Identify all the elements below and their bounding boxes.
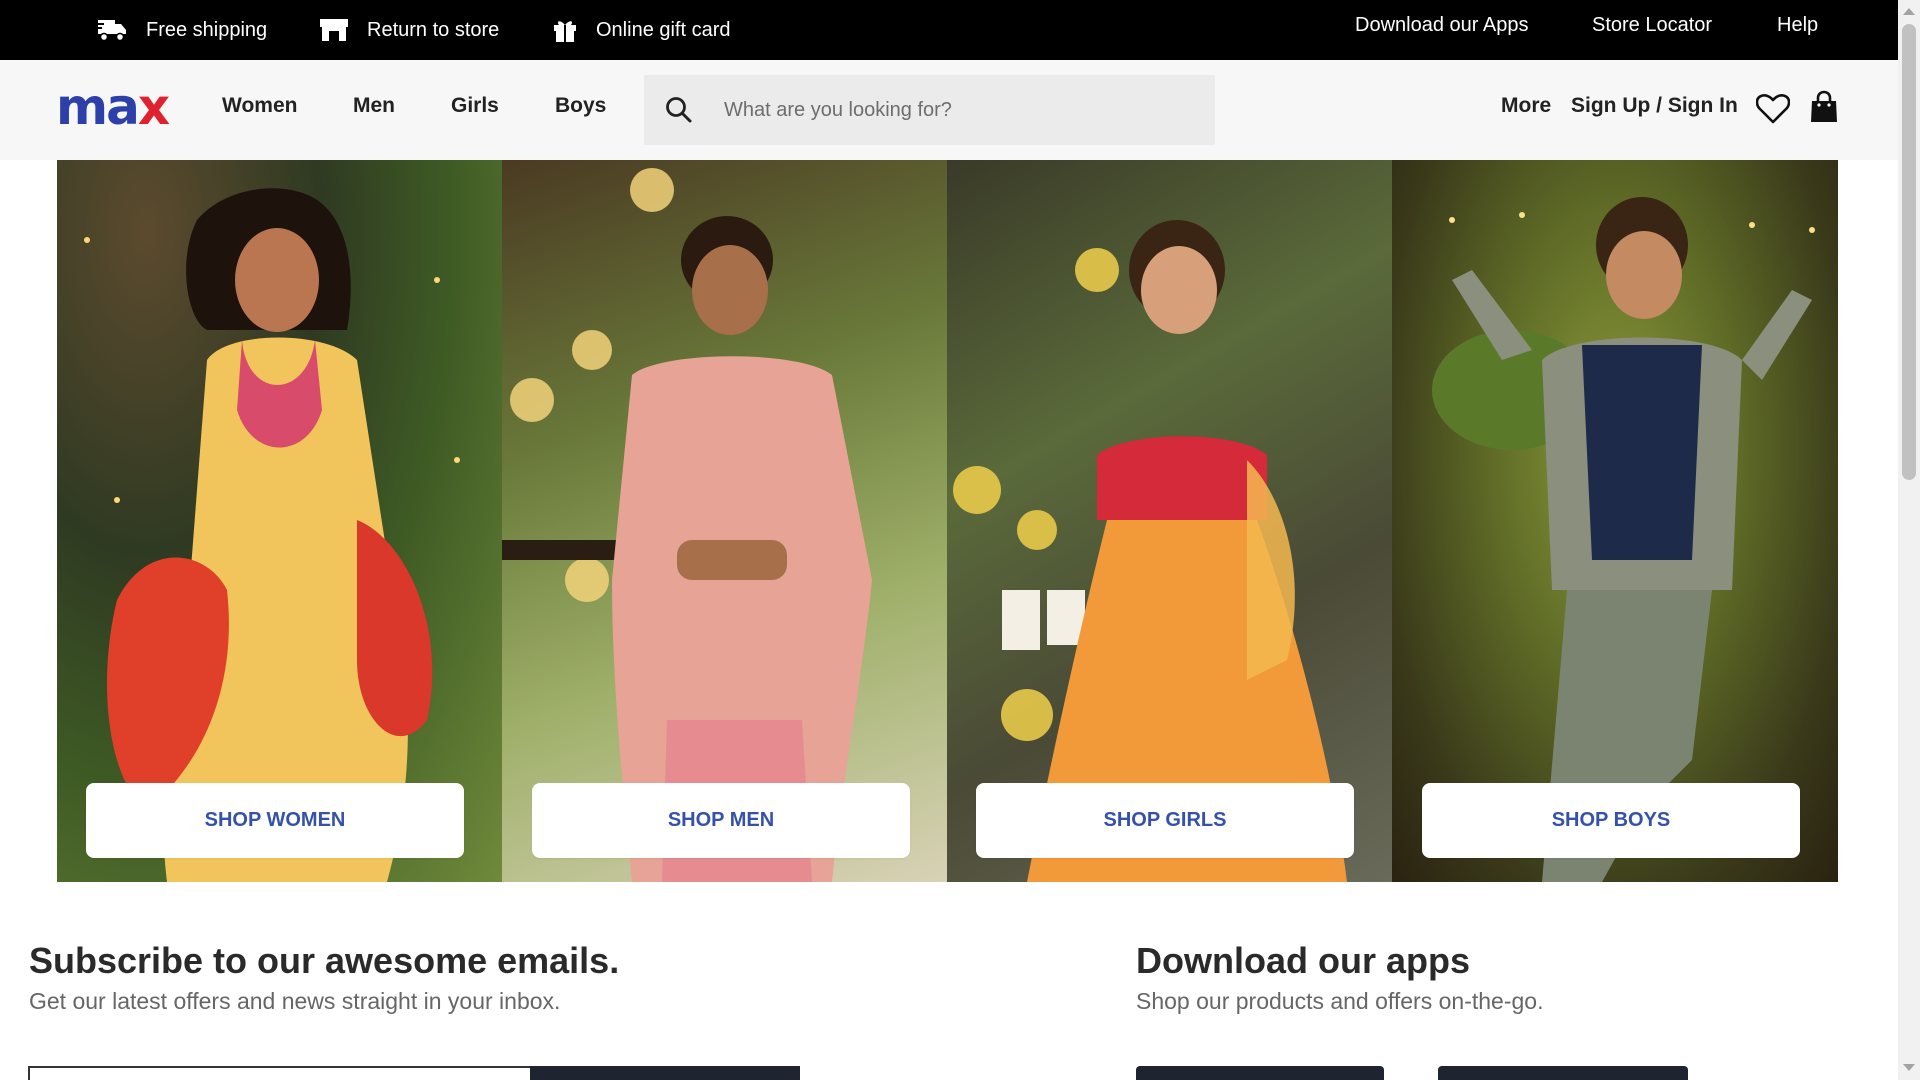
store-locator-link[interactable]: Store Locator — [1592, 14, 1712, 37]
download-apps-link[interactable]: Download our Apps — [1355, 14, 1528, 37]
email-input[interactable] — [28, 1066, 530, 1080]
online-gift-card-item[interactable]: Online gift card — [552, 0, 731, 60]
sign-in-link[interactable]: Sign Up / Sign In — [1571, 94, 1738, 118]
nav-boys[interactable]: Boys — [555, 94, 606, 118]
online-gift-card-label: Online gift card — [596, 18, 731, 41]
page-scrollbar[interactable] — [1898, 0, 1920, 1080]
search-icon[interactable] — [664, 95, 694, 125]
return-to-store-label: Return to store — [367, 18, 500, 41]
women-model-figure — [84, 188, 460, 882]
shop-boys-button[interactable]: SHOP BOYS — [1422, 783, 1800, 858]
help-link[interactable]: Help — [1777, 14, 1818, 37]
apps-title: Download our apps — [1136, 940, 1471, 981]
hero-panel-boys[interactable]: SHOP BOYS — [1392, 160, 1838, 882]
nav-girls[interactable]: Girls — [451, 94, 499, 118]
more-menu[interactable]: More — [1501, 94, 1551, 118]
subscribe-button[interactable] — [530, 1066, 800, 1080]
scroll-up-arrow-icon[interactable] — [1903, 8, 1915, 15]
logo-text-x: x — [137, 78, 170, 136]
gift-icon — [554, 21, 576, 42]
hero-panel-men[interactable]: SHOP MEN — [502, 160, 947, 882]
free-shipping-item[interactable]: Free shipping — [96, 0, 267, 60]
truck-icon — [96, 20, 126, 42]
max-logo[interactable]: max — [56, 82, 170, 132]
shop-women-button[interactable]: SHOP WOMEN — [86, 783, 464, 858]
shopping-bag-icon[interactable] — [1810, 90, 1838, 124]
top-bar: Free shipping Return to store Online gif… — [0, 0, 1898, 60]
scrollbar-thumb[interactable] — [1902, 24, 1916, 480]
heart-icon[interactable] — [1756, 93, 1790, 125]
shop-men-button[interactable]: SHOP MEN — [532, 783, 910, 858]
logo-text-main: ma — [56, 78, 140, 136]
google-play-button[interactable] — [1438, 1066, 1688, 1080]
store-icon — [320, 19, 348, 41]
app-store-button[interactable] — [1136, 1066, 1384, 1080]
scroll-down-arrow-icon[interactable] — [1903, 1064, 1915, 1071]
nav-men[interactable]: Men — [353, 94, 395, 118]
subscribe-title: Subscribe to our awesome emails. — [29, 940, 620, 981]
nav-women[interactable]: Women — [222, 94, 297, 118]
free-shipping-label: Free shipping — [146, 18, 268, 41]
hero-panel-girls[interactable]: SHOP GIRLS — [947, 160, 1392, 882]
search-input[interactable] — [724, 98, 1204, 122]
girls-model-figure — [953, 220, 1347, 882]
boys-model-figure — [1432, 197, 1815, 882]
search-bar[interactable] — [644, 75, 1215, 145]
men-model-figure — [502, 168, 872, 882]
return-to-store-item[interactable]: Return to store — [319, 0, 499, 60]
subscribe-subtitle: Get our latest offers and news straight … — [29, 988, 561, 1014]
apps-subtitle: Shop our products and offers on-the-go. — [1136, 988, 1544, 1014]
main-header: max Women Men Girls Boys More Sign Up / … — [0, 60, 1898, 160]
hero-panel-women[interactable]: SHOP WOMEN — [57, 160, 502, 882]
shop-girls-button[interactable]: SHOP GIRLS — [976, 783, 1354, 858]
